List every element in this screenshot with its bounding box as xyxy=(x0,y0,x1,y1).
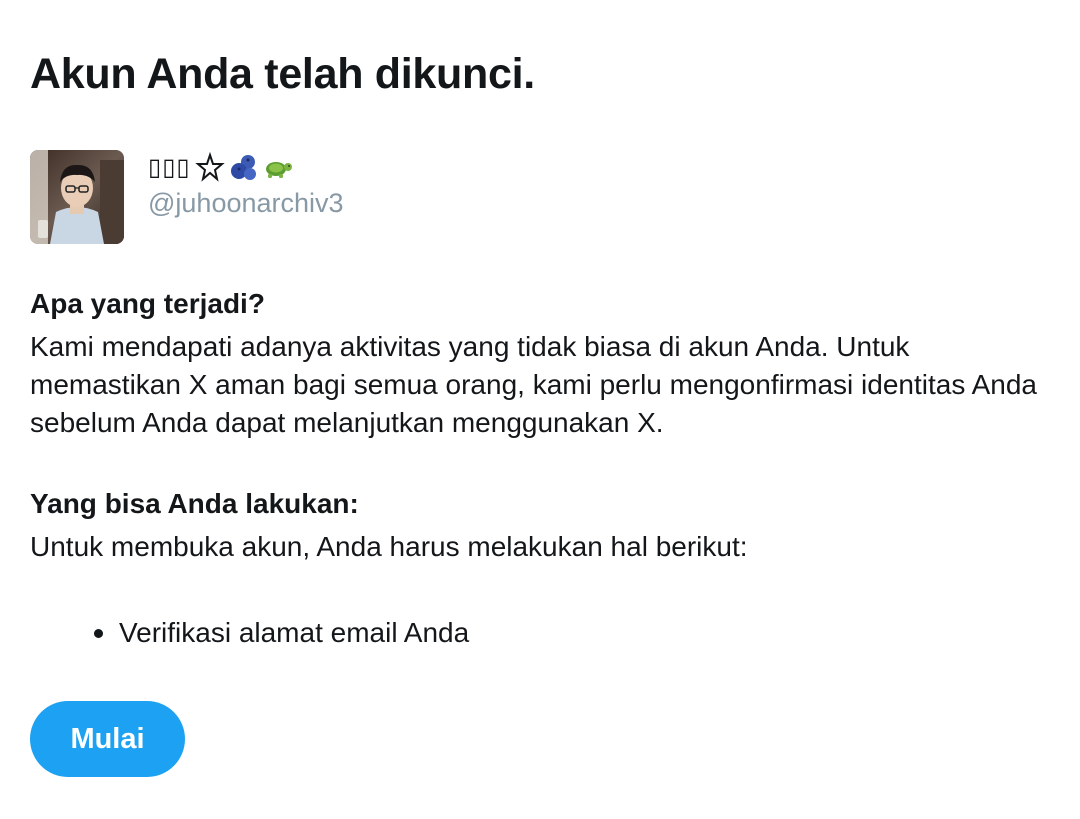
avatar-photo xyxy=(30,150,124,244)
page-title: Akun Anda telah dikunci. xyxy=(30,50,535,98)
start-button[interactable]: Mulai xyxy=(30,701,185,777)
avatar xyxy=(30,150,124,244)
bullet-icon xyxy=(94,629,103,638)
what-you-can-do-text: Untuk membuka akun, Anda harus melakukan… xyxy=(30,531,748,562)
display-name-text: ▯▯▯ xyxy=(148,153,191,181)
pentagram-icon xyxy=(194,151,225,182)
what-happened-text: Kami mendapati adanya aktivitas yang tid… xyxy=(30,331,1037,438)
step-label: Verifikasi alamat email Anda xyxy=(119,617,470,648)
what-happened-heading: Apa yang terjadi? xyxy=(30,288,265,319)
display-name: ▯▯▯ xyxy=(148,151,344,182)
account-card: ▯▯▯ @juhoonarchiv3 xyxy=(30,150,344,244)
blueberries-icon xyxy=(229,152,259,182)
what-you-can-do-heading: Yang bisa Anda lakukan: xyxy=(30,488,359,519)
locked-account-page: Akun Anda telah dikunci. ▯▯▯ @juhoonarch… xyxy=(0,0,1080,819)
steps-list: Verifikasi alamat email Anda xyxy=(30,614,469,652)
turtle-icon xyxy=(263,152,293,182)
account-info: ▯▯▯ @juhoonarchiv3 xyxy=(148,151,344,219)
account-handle: @juhoonarchiv3 xyxy=(148,188,344,218)
list-item: Verifikasi alamat email Anda xyxy=(30,614,469,652)
